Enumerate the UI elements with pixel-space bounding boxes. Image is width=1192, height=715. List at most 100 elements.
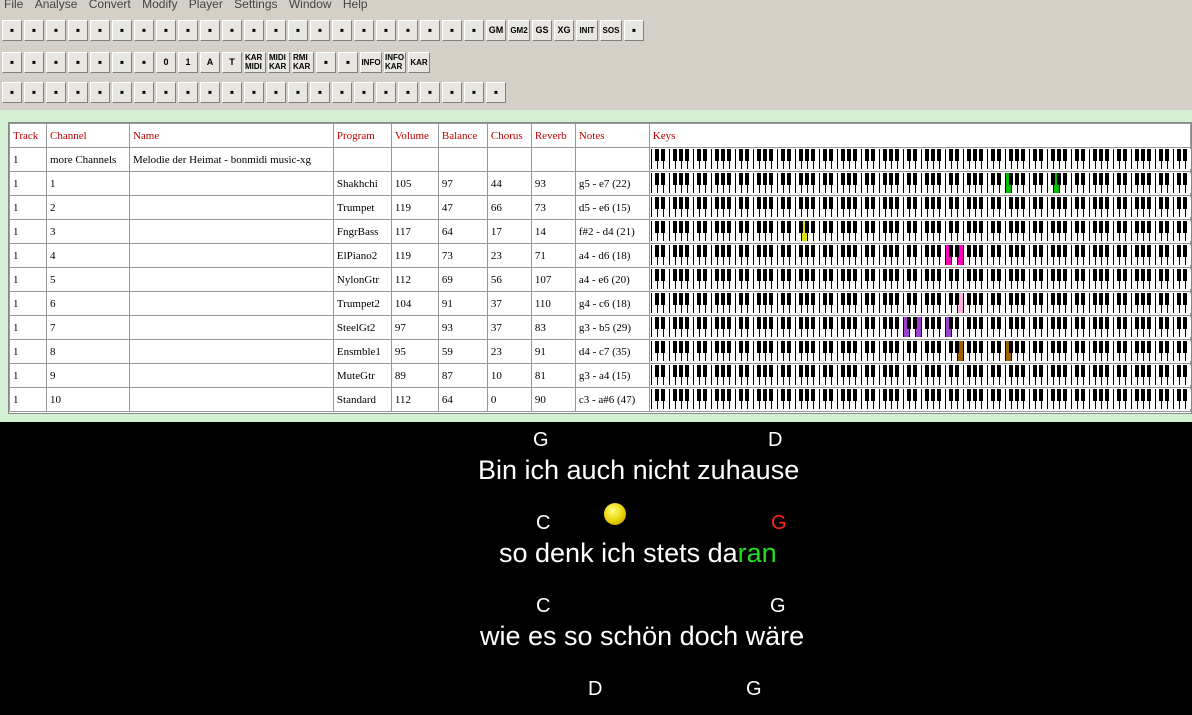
person-icon[interactable]: ▪ — [266, 81, 286, 103]
tools-icon[interactable]: ▪ — [24, 19, 44, 41]
bpm-up-icon[interactable]: ▪ — [464, 81, 484, 103]
black-key — [979, 365, 983, 377]
back-icon[interactable]: ▪ — [2, 81, 22, 103]
title-icon[interactable]: ▪ — [354, 19, 374, 41]
black-key — [823, 365, 827, 377]
toolbar-button-kar[interactable]: KAR — [408, 51, 430, 73]
folder-icon[interactable]: ▪ — [68, 19, 88, 41]
note-down-icon: ▪ — [185, 85, 191, 99]
open-folder-icon[interactable]: ▪ — [46, 19, 66, 41]
toolbar-button-0[interactable]: 0 — [156, 51, 176, 73]
toolbar-button-gm[interactable]: GM — [486, 19, 506, 41]
list-icon[interactable]: ▪ — [442, 81, 462, 103]
black-key — [1051, 269, 1055, 281]
minus-icon[interactable]: ▪ — [90, 51, 110, 73]
column-header[interactable]: Reverb — [530, 123, 576, 148]
speaker-icon[interactable]: ▪ — [24, 81, 44, 103]
black-key — [907, 269, 911, 281]
sharp-icon[interactable]: ▪ — [244, 19, 264, 41]
menu-convert[interactable]: Convert — [89, 0, 131, 10]
menu-player[interactable]: Player — [189, 0, 223, 10]
toolbar-button-init[interactable]: INIT — [576, 19, 598, 41]
align-icon[interactable]: ▪ — [338, 51, 358, 73]
plus-icon[interactable]: ▪ — [24, 51, 44, 73]
menu-window[interactable]: Window — [289, 0, 332, 10]
copy-icon[interactable]: ▪ — [112, 19, 132, 41]
bpm-swap-icon[interactable]: ▪ — [486, 81, 506, 103]
grid-icon[interactable]: ▪ — [134, 51, 154, 73]
abc-icon[interactable]: ▪ — [222, 19, 242, 41]
note-flat-icon[interactable]: ▪ — [156, 81, 176, 103]
column-header[interactable]: Chorus — [486, 123, 532, 148]
menu-help[interactable]: Help — [343, 0, 368, 10]
bpm-icon[interactable]: ▪ — [266, 19, 286, 41]
levels-icon[interactable]: ▪ — [178, 19, 198, 41]
effects-icon[interactable]: ▪ — [68, 81, 88, 103]
toolbar-button-sos[interactable]: SOS — [600, 19, 622, 41]
toolbar-button-a[interactable]: A — [200, 51, 220, 73]
insert-icon[interactable]: ▪ — [222, 81, 242, 103]
landscape-icon[interactable]: ▪ — [310, 81, 330, 103]
image-icon[interactable]: ▪ — [376, 19, 396, 41]
keyboard-icon[interactable]: ▪ — [624, 19, 644, 41]
note-icon[interactable]: ▪ — [332, 19, 352, 41]
menu-file[interactable]: File — [4, 0, 23, 10]
save-icon[interactable]: ▪ — [90, 19, 110, 41]
pin-icon[interactable]: ▪ — [442, 19, 462, 41]
copyright-icon[interactable]: ▪ — [310, 19, 330, 41]
toolbar-button-midi-kar[interactable]: MIDI KAR — [268, 51, 290, 73]
column-header[interactable]: Program — [332, 123, 392, 148]
menu-modify[interactable]: Modify — [142, 0, 177, 10]
undo-icon[interactable]: ▪ — [112, 51, 132, 73]
calculator-icon[interactable]: ▪ — [288, 19, 308, 41]
piano-icon[interactable]: ▪ — [398, 19, 418, 41]
bars-icon[interactable]: ▪ — [2, 51, 22, 73]
toolbar-button-kar-midi[interactable]: KAR MIDI — [244, 51, 266, 73]
pencil-icon[interactable]: ▪ — [134, 19, 154, 41]
toolbar-button-info-kar[interactable]: INFO KAR — [384, 51, 406, 73]
black-key — [697, 197, 701, 209]
cut-icon[interactable]: ▪ — [200, 81, 220, 103]
band-icon[interactable]: ▪ — [376, 81, 396, 103]
black-key — [715, 245, 719, 257]
stop-icon[interactable]: ▪ — [68, 51, 88, 73]
note-down-icon[interactable]: ▪ — [178, 81, 198, 103]
column-header[interactable]: Keys — [648, 123, 1191, 148]
drums-icon[interactable]: ▪ — [332, 81, 352, 103]
blue-note-icon[interactable]: ▪ — [398, 81, 418, 103]
menu-settings[interactable]: Settings — [234, 0, 277, 10]
black-key — [1063, 221, 1067, 233]
vibrato-icon[interactable]: ▪ — [112, 81, 132, 103]
print-icon[interactable]: ▪ — [156, 19, 176, 41]
column-header[interactable]: Volume — [390, 123, 439, 148]
toolbar-button-rmi-kar[interactable]: RMI KAR — [292, 51, 314, 73]
dots-icon[interactable]: ▪ — [244, 81, 264, 103]
traffic-icon[interactable]: ▪ — [420, 81, 440, 103]
menu-analyse[interactable]: Analyse — [35, 0, 78, 10]
kit-icon[interactable]: ▪ — [354, 81, 374, 103]
poly-icon[interactable]: ▪ — [200, 19, 220, 41]
mute-icon[interactable]: ▪ — [46, 81, 66, 103]
table-icon[interactable]: ▪ — [316, 51, 336, 73]
note-sharp-icon[interactable]: ▪ — [134, 81, 154, 103]
toolbar-button-gm2[interactable]: GM2 — [508, 19, 530, 41]
cube-icon[interactable]: ▪ — [46, 51, 66, 73]
black-key — [913, 173, 917, 185]
column-header[interactable]: Notes — [574, 123, 650, 148]
column-header[interactable]: Name — [128, 123, 334, 148]
new-file-icon[interactable]: ▪ — [2, 19, 22, 41]
toolbar-button-1[interactable]: 1 — [178, 51, 198, 73]
chart-icon[interactable]: ▪ — [464, 19, 484, 41]
toolbar-button-t[interactable]: T — [222, 51, 242, 73]
column-header[interactable]: Balance — [437, 123, 488, 148]
eq-icon[interactable]: ▪ — [288, 81, 308, 103]
wave-icon[interactable]: ▪ — [90, 81, 110, 103]
toolbar-button-gs[interactable]: GS — [532, 19, 552, 41]
column-header[interactable]: Channel — [45, 123, 130, 148]
black-key — [1081, 317, 1085, 329]
toolbar-button-info[interactable]: INFO — [360, 51, 382, 73]
column-header[interactable]: Track — [9, 123, 47, 148]
table-cell: 97 — [390, 315, 439, 340]
toolbar-button-xg[interactable]: XG — [554, 19, 574, 41]
info-icon[interactable]: ▪ — [420, 19, 440, 41]
